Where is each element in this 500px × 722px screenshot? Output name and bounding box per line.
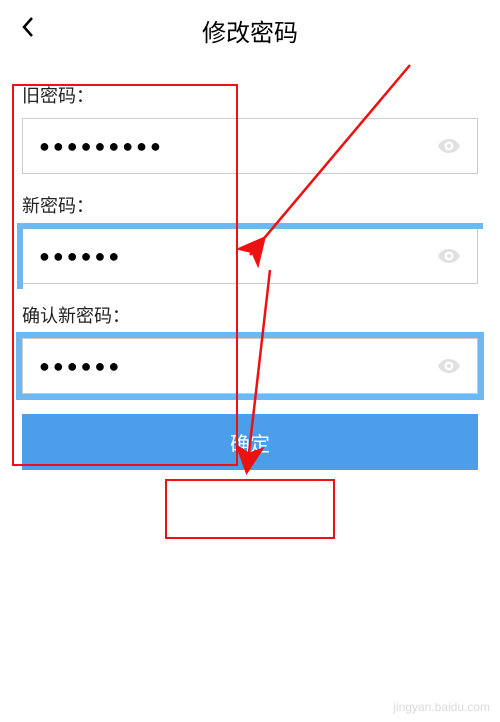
old-password-group: 旧密码： ●●●●●●●●● xyxy=(22,82,478,174)
old-password-value: ●●●●●●●●● xyxy=(39,136,437,157)
new-password-group: 新密码： ●●●●●● xyxy=(22,192,478,284)
old-password-input[interactable]: ●●●●●●●●● xyxy=(22,118,478,174)
watermark: jingyan.baidu.com xyxy=(393,700,490,714)
eye-icon[interactable] xyxy=(437,244,461,268)
page-title: 修改密码 xyxy=(20,13,480,48)
eye-icon[interactable] xyxy=(437,354,461,378)
password-form: 旧密码： ●●●●●●●●● 新密码： ●●●●●● 确认新密码： ●●●●●● xyxy=(0,60,500,394)
annotation-box xyxy=(165,479,335,539)
new-password-label: 新密码： xyxy=(22,192,478,218)
confirm-password-label: 确认新密码： xyxy=(22,302,478,328)
eye-icon[interactable] xyxy=(437,134,461,158)
new-password-value: ●●●●●● xyxy=(39,246,437,267)
submit-button[interactable]: 确定 xyxy=(22,414,478,470)
back-button[interactable] xyxy=(20,14,36,46)
new-password-input[interactable]: ●●●●●● xyxy=(22,228,478,284)
confirm-password-group: 确认新密码： ●●●●●● xyxy=(22,302,478,394)
old-password-label: 旧密码： xyxy=(22,82,478,108)
confirm-password-input[interactable]: ●●●●●● xyxy=(22,338,478,394)
confirm-password-value: ●●●●●● xyxy=(39,356,437,377)
